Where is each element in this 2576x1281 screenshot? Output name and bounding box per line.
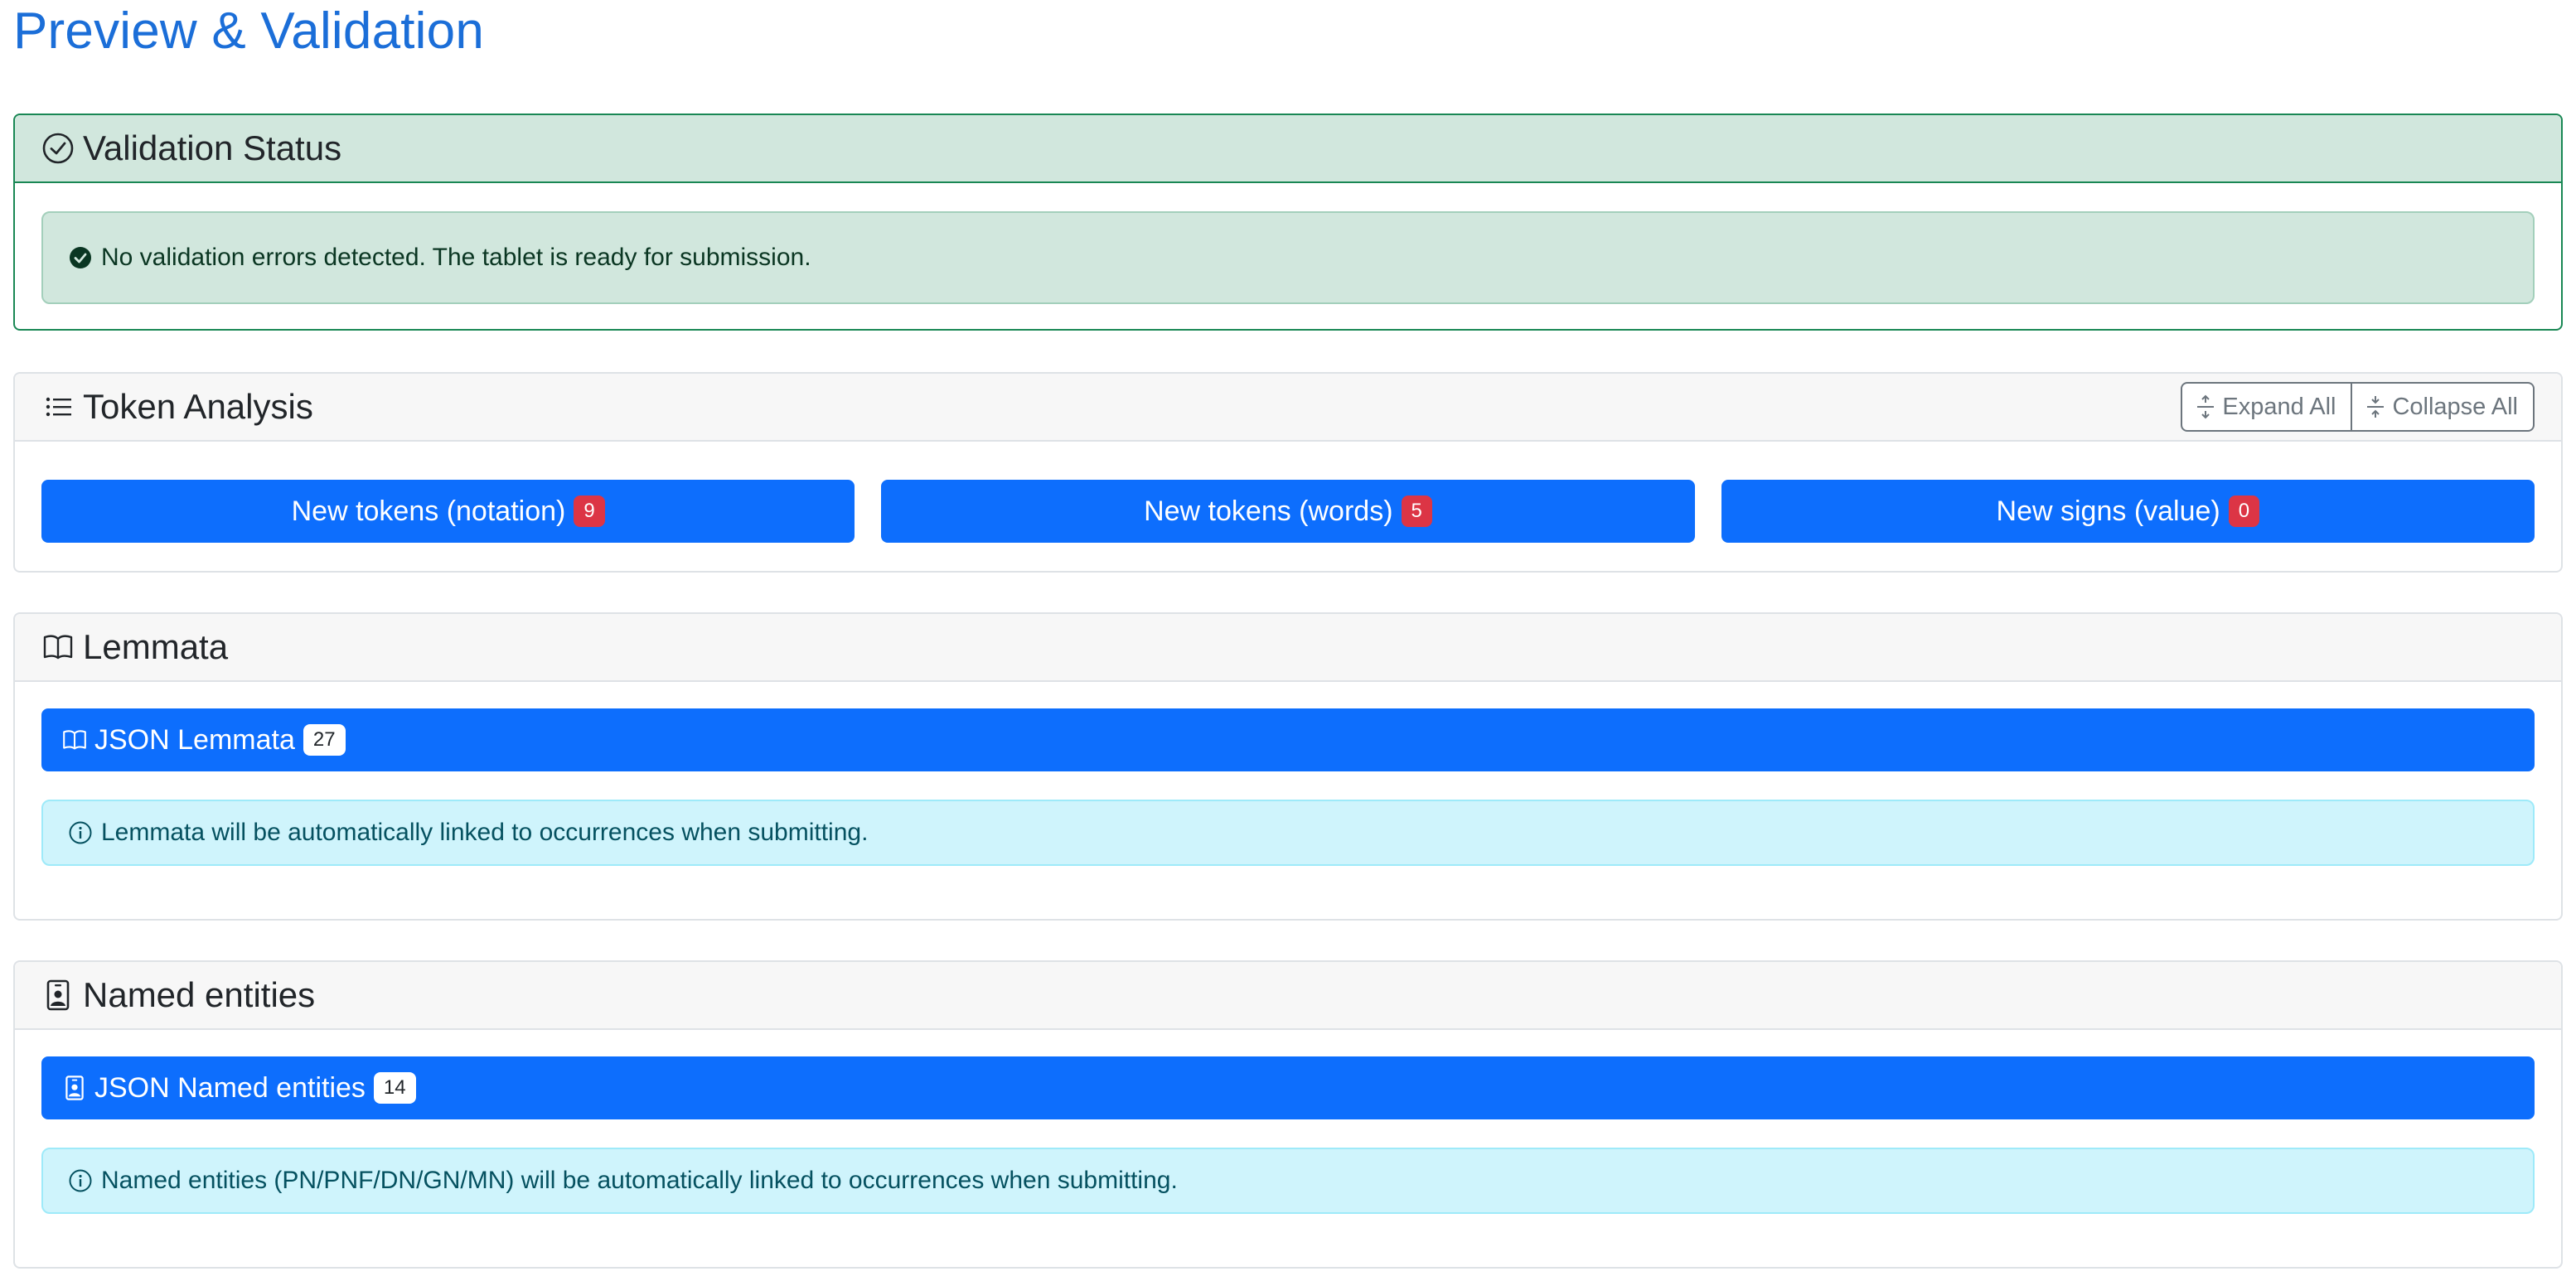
expand-all-label: Expand All <box>2222 393 2336 420</box>
collapse-icon <box>2365 394 2385 419</box>
check-circle-icon <box>41 132 75 165</box>
expand-icon <box>2196 394 2215 419</box>
token-analysis-header: Token Analysis Expand All Collapse All <box>15 374 2561 442</box>
token-analysis-title: Token Analysis <box>83 387 313 426</box>
json-lemmata-button[interactable]: JSON Lemmata 27 <box>41 708 2535 771</box>
named-entities-header: Named entities <box>15 962 2561 1030</box>
list-icon <box>41 390 75 423</box>
check-circle-fill-icon <box>68 245 93 270</box>
expand-all-button[interactable]: Expand All <box>2181 382 2353 432</box>
new-signs-value-count: 0 <box>2228 495 2260 527</box>
validation-status-header: Validation Status <box>15 115 2561 183</box>
json-lemmata-label: JSON Lemmata <box>94 723 295 756</box>
named-entities-info-text: Named entities (PN/PNF/DN/GN/MN) will be… <box>101 1167 1178 1194</box>
info-circle-icon <box>68 1168 93 1193</box>
new-tokens-notation-count: 9 <box>574 495 605 527</box>
person-badge-icon <box>41 979 75 1012</box>
validation-success-alert: No validation errors detected. The table… <box>41 211 2535 304</box>
token-analysis-card: Token Analysis Expand All Collapse All N… <box>13 372 2563 573</box>
validation-status-title: Validation Status <box>83 128 342 167</box>
lemmata-info-alert: Lemmata will be automatically linked to … <box>41 800 2535 866</box>
new-tokens-notation-button[interactable]: New tokens (notation) 9 <box>41 480 855 543</box>
lemmata-info-text: Lemmata will be automatically linked to … <box>101 819 869 846</box>
new-tokens-words-label: New tokens (words) <box>1144 495 1393 527</box>
token-buttons-row: New tokens (notation) 9 New tokens (word… <box>41 480 2535 543</box>
collapse-all-label: Collapse All <box>2392 393 2518 420</box>
new-signs-value-button[interactable]: New signs (value) 0 <box>1721 480 2535 543</box>
new-tokens-words-button[interactable]: New tokens (words) 5 <box>881 480 1695 543</box>
page-title: Preview & Validation <box>13 2 485 60</box>
new-signs-value-label: New signs (value) <box>1996 495 2220 527</box>
lemmata-card: Lemmata JSON Lemmata 27 Lemmata will be … <box>13 612 2563 921</box>
lemmata-header: Lemmata <box>15 614 2561 682</box>
person-badge-icon <box>61 1075 88 1101</box>
expand-collapse-group: Expand All Collapse All <box>2181 382 2535 432</box>
info-circle-icon <box>68 820 93 845</box>
named-entities-info-alert: Named entities (PN/PNF/DN/GN/MN) will be… <box>41 1148 2535 1214</box>
json-named-entities-label: JSON Named entities <box>94 1071 366 1104</box>
new-tokens-words-count: 5 <box>1401 495 1432 527</box>
book-icon <box>61 727 88 753</box>
lemmata-title: Lemmata <box>83 627 229 666</box>
named-entities-title: Named entities <box>83 975 316 1014</box>
validation-message: No validation errors detected. The table… <box>101 244 811 271</box>
book-icon <box>41 631 75 664</box>
json-named-entities-count: 14 <box>373 1072 416 1104</box>
named-entities-card: Named entities JSON Named entities 14 Na… <box>13 960 2563 1269</box>
json-lemmata-count: 27 <box>303 724 346 756</box>
collapse-all-button[interactable]: Collapse All <box>2352 382 2535 432</box>
json-named-entities-button[interactable]: JSON Named entities 14 <box>41 1056 2535 1119</box>
new-tokens-notation-label: New tokens (notation) <box>291 495 566 527</box>
validation-status-card: Validation Status No validation errors d… <box>13 114 2563 331</box>
